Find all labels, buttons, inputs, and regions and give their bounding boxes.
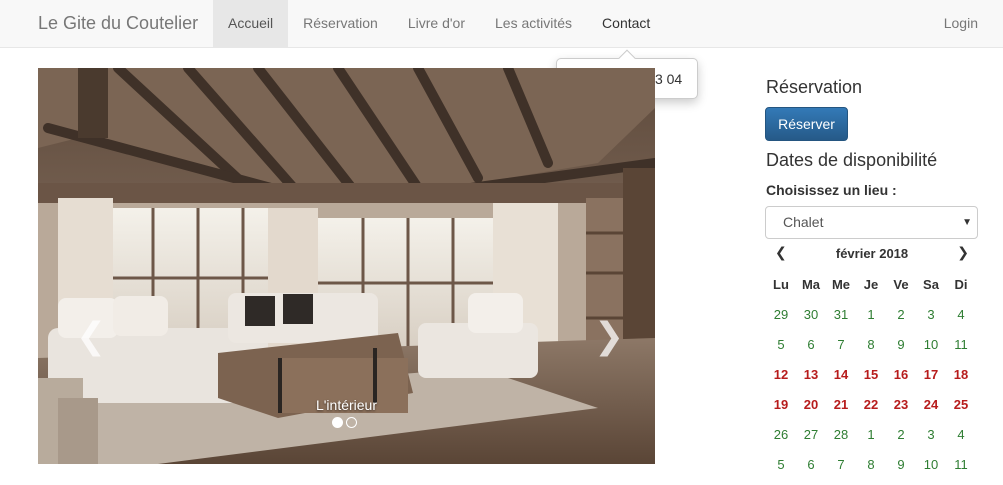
calendar-day-busy[interactable]: 14 xyxy=(826,359,856,389)
calendar-day-busy[interactable]: 13 xyxy=(796,359,826,389)
carousel-indicator-2[interactable] xyxy=(346,417,357,428)
calendar-day-free[interactable]: 4 xyxy=(946,299,976,329)
calendar-day-busy[interactable]: 18 xyxy=(946,359,976,389)
calendar-day-busy[interactable]: 23 xyxy=(886,389,916,419)
calendar-header: ❮ février 2018 ❯ xyxy=(766,244,978,264)
calendar-month: février 2018 xyxy=(835,246,909,261)
calendar-day-free[interactable]: 5 xyxy=(766,329,796,359)
weekday-label: Sa xyxy=(923,276,939,292)
calendar-day-free[interactable]: 11 xyxy=(946,449,976,479)
calendar-week: 29 30 31 1 2 3 4 xyxy=(766,299,976,329)
calendar-week: 26 27 28 1 2 3 4 xyxy=(766,419,976,449)
location-select-value: Chalet xyxy=(783,214,824,230)
popover-arrow xyxy=(618,49,636,67)
calendar-week: 19 20 21 22 23 24 25 xyxy=(766,389,976,419)
calendar-day-free[interactable]: 10 xyxy=(916,449,946,479)
calendar-day-free[interactable]: 2 xyxy=(886,419,916,449)
location-select[interactable]: Chalet ▼ xyxy=(765,206,978,239)
nav-contact[interactable]: Contact xyxy=(587,0,665,48)
carousel[interactable]: ❮ ❯ L'intérieur xyxy=(38,68,655,464)
calendar-day-busy[interactable]: 20 xyxy=(796,389,826,419)
nav-activites[interactable]: Les activités xyxy=(480,0,587,48)
carousel-caption: L'intérieur xyxy=(315,397,378,413)
calendar-day-free[interactable]: 7 xyxy=(826,449,856,479)
nav-reservation[interactable]: Réservation xyxy=(288,0,393,48)
calendar-day-free[interactable]: 6 xyxy=(796,449,826,479)
availability-heading: Dates de disponibilité xyxy=(766,150,938,170)
calendar-day-free[interactable]: 10 xyxy=(916,329,946,359)
calendar-day-busy[interactable]: 12 xyxy=(766,359,796,389)
calendar-day-free[interactable]: 9 xyxy=(886,449,916,479)
calendar-day-busy[interactable]: 22 xyxy=(856,389,886,419)
calendar-next-icon[interactable]: ❯ xyxy=(957,244,969,261)
calendar-day-free[interactable]: 11 xyxy=(946,329,976,359)
calendar-day-free[interactable]: 31 xyxy=(826,299,856,329)
navbar: Le Gite du Coutelier Accueil Réservation… xyxy=(0,0,1003,48)
calendar-day-busy[interactable]: 21 xyxy=(826,389,856,419)
weekday-label: Ve xyxy=(893,276,909,292)
nav-accueil[interactable]: Accueil xyxy=(213,0,289,48)
calendar-day-free[interactable]: 4 xyxy=(946,419,976,449)
calendar-day-free[interactable]: 29 xyxy=(766,299,796,329)
weekday-label: Je xyxy=(863,276,879,292)
carousel-next-icon[interactable]: ❯ xyxy=(594,318,624,354)
weekday-label: Lu xyxy=(773,276,789,292)
calendar-day-free[interactable]: 5 xyxy=(766,449,796,479)
weekday-label: Me xyxy=(831,276,851,292)
nav-menu: Accueil Réservation Livre d'or Les activ… xyxy=(213,0,665,48)
carousel-indicators xyxy=(332,417,357,428)
calendar-day-busy[interactable]: 17 xyxy=(916,359,946,389)
calendar-week: 5 6 7 8 9 10 11 xyxy=(766,449,976,479)
calendar-day-busy[interactable]: 16 xyxy=(886,359,916,389)
calendar-day-free[interactable]: 8 xyxy=(856,449,886,479)
brand-link[interactable]: Le Gite du Coutelier xyxy=(38,13,198,34)
reservation-heading: Réservation xyxy=(766,77,863,97)
calendar-day-busy[interactable]: 24 xyxy=(916,389,946,419)
calendar-day-free[interactable]: 3 xyxy=(916,299,946,329)
nav-livre-dor[interactable]: Livre d'or xyxy=(393,0,480,48)
calendar-day-free[interactable]: 1 xyxy=(856,299,886,329)
calendar-day-free[interactable]: 6 xyxy=(796,329,826,359)
calendar-grid: Lu Ma Me Je Ve Sa Di 29 30 31 1 2 3 4 5 6 7 8 9 10 11… xyxy=(766,269,976,479)
calendar-day-free[interactable]: 9 xyxy=(886,329,916,359)
carousel-prev-icon[interactable]: ❮ xyxy=(76,318,106,354)
calendar-day-busy[interactable]: 19 xyxy=(766,389,796,419)
calendar-day-free[interactable]: 3 xyxy=(916,419,946,449)
calendar-day-free[interactable]: 28 xyxy=(826,419,856,449)
calendar-day-free[interactable]: 27 xyxy=(796,419,826,449)
carousel-indicator-1[interactable] xyxy=(332,417,343,428)
location-label: Choisissez un lieu : xyxy=(766,182,897,198)
calendar-day-busy[interactable]: 25 xyxy=(946,389,976,419)
weekday-label: Di xyxy=(954,276,968,292)
calendar-week: 5 6 7 8 9 10 11 xyxy=(766,329,976,359)
login-link[interactable]: Login xyxy=(944,0,978,46)
calendar-day-free[interactable]: 2 xyxy=(886,299,916,329)
calendar-day-free[interactable]: 30 xyxy=(796,299,826,329)
weekday-label: Ma xyxy=(801,276,821,292)
calendar-day-busy[interactable]: 15 xyxy=(856,359,886,389)
reserve-button[interactable]: Réserver xyxy=(765,107,848,141)
calendar-day-free[interactable]: 8 xyxy=(856,329,886,359)
calendar-week: 12 13 14 15 16 17 18 xyxy=(766,359,976,389)
chevron-down-icon: ▼ xyxy=(962,217,972,228)
calendar-weekdays: Lu Ma Me Je Ve Sa Di xyxy=(766,269,976,299)
calendar-day-free[interactable]: 7 xyxy=(826,329,856,359)
calendar-day-free[interactable]: 1 xyxy=(856,419,886,449)
calendar-day-free[interactable]: 26 xyxy=(766,419,796,449)
